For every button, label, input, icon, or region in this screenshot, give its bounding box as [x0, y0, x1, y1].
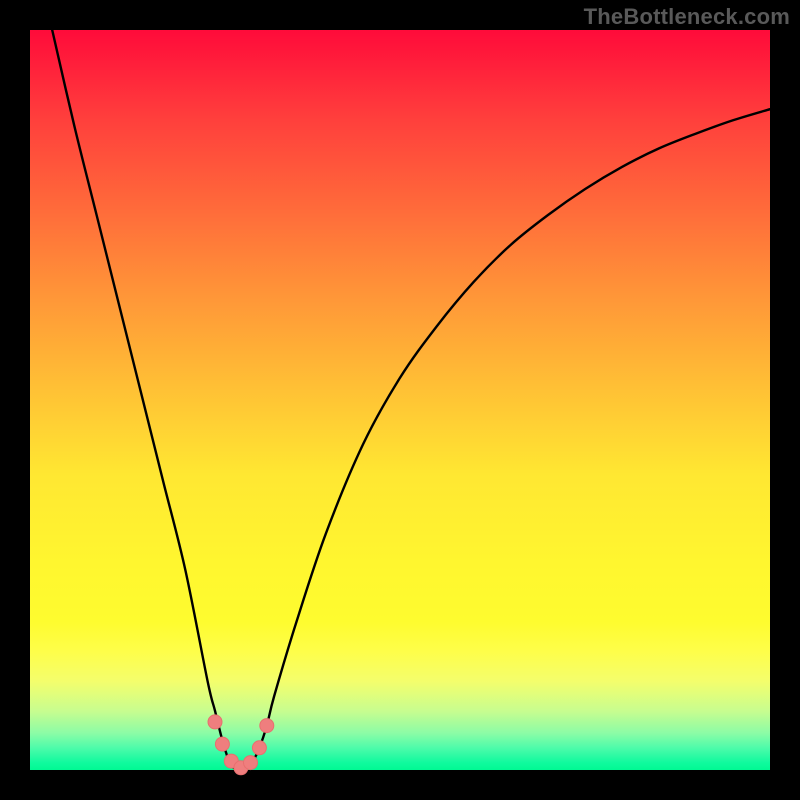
- marker-point: [244, 756, 258, 770]
- marker-point: [260, 719, 274, 733]
- chart-frame: TheBottleneck.com: [0, 0, 800, 800]
- curve-layer: [30, 30, 770, 770]
- plot-area: [30, 30, 770, 770]
- watermark-text: TheBottleneck.com: [584, 4, 790, 30]
- marker-point: [215, 737, 229, 751]
- near-minimum-markers: [208, 715, 274, 775]
- marker-point: [252, 741, 266, 755]
- marker-point: [208, 715, 222, 729]
- bottleneck-curve: [52, 30, 770, 771]
